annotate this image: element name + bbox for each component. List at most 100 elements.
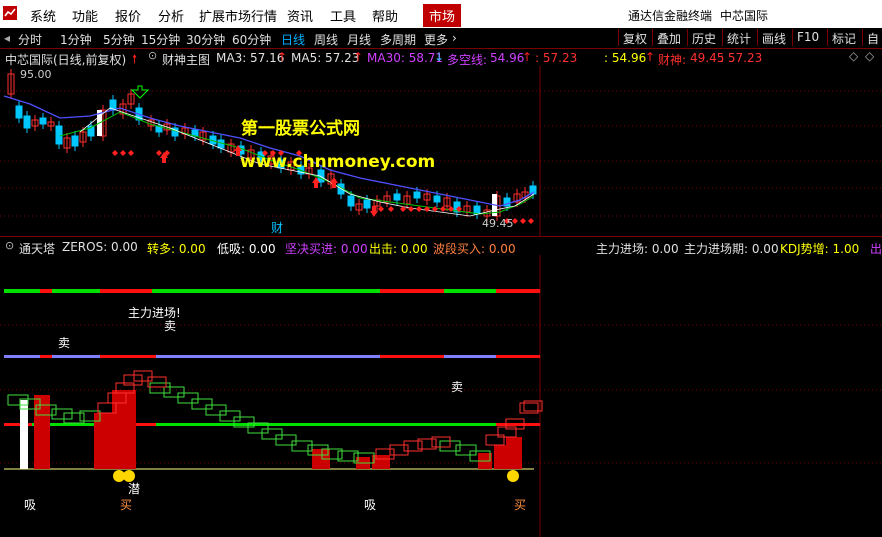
up-arrow-icon: ↑ xyxy=(353,50,364,64)
btn-draw-line[interactable]: 画线 xyxy=(757,29,790,46)
zhuli-jinchang-label: 主力进场! xyxy=(128,306,181,320)
ma-blue-line xyxy=(3,95,535,207)
v6-value: : 57.23 xyxy=(720,51,763,65)
btn-custom[interactable]: 自 xyxy=(862,29,882,46)
xi-label: 吸 xyxy=(24,498,36,512)
menu-function[interactable]: 功能 xyxy=(72,6,98,25)
signal-dot xyxy=(120,150,126,156)
period-30min[interactable]: 30分钟 xyxy=(186,31,225,48)
tower-step xyxy=(177,392,199,404)
signal-dot xyxy=(128,150,134,156)
menu-market[interactable]: 市场 xyxy=(423,4,462,27)
candle-body xyxy=(39,117,47,125)
stock-title: 中芯国际 xyxy=(720,9,769,23)
menu-analysis[interactable]: 分析 xyxy=(158,6,184,25)
qian-label: 潜 xyxy=(128,482,140,496)
period-weekly[interactable]: 周线 xyxy=(314,31,338,48)
candle-body xyxy=(55,125,63,145)
zeros-label: ZEROS: 0.00 xyxy=(62,240,138,254)
period-fenshi[interactable]: 分时 xyxy=(18,31,42,48)
ma3-label: MA3: 57.16 xyxy=(216,51,285,65)
ma5-label: MA5: 57.23 xyxy=(291,51,360,65)
period-1min[interactable]: 1分钟 xyxy=(60,31,92,48)
watermark-cn: 第一股票公式网 xyxy=(241,118,360,139)
menu-help[interactable]: 帮助 xyxy=(372,6,398,25)
app-logo-icon[interactable] xyxy=(3,6,17,20)
sell-label: 卖 xyxy=(451,380,463,394)
btn-fuquan[interactable]: 复权 xyxy=(618,29,651,46)
sell-label: 卖 xyxy=(58,336,70,350)
histogram-bar xyxy=(372,455,390,469)
candle-body xyxy=(433,195,441,203)
tongtianta-chart[interactable]: 主力进场! 卖 卖 卖 潜 吸 吸 买 买 xyxy=(0,255,882,537)
cai-marker: 财 xyxy=(271,221,283,235)
tower-step xyxy=(133,370,153,382)
tower-step xyxy=(163,386,185,398)
btn-history[interactable]: 历史 xyxy=(687,29,720,46)
period-5min[interactable]: 5分钟 xyxy=(103,31,135,48)
menu-system[interactable]: 系统 xyxy=(30,6,56,25)
indicator-dropdown-icon[interactable]: ⊙ xyxy=(148,49,157,62)
smiley-icon xyxy=(113,470,519,482)
btn-statistics[interactable]: 统计 xyxy=(722,29,755,46)
duokong-value: 54.96 xyxy=(490,51,525,65)
candle-body xyxy=(473,205,481,215)
btn-mark[interactable]: 标记 xyxy=(827,29,860,46)
panel-toggle-icon[interactable]: ◂ xyxy=(4,31,10,45)
app-title: 通达信金融终端 xyxy=(628,9,713,23)
signal-dot xyxy=(528,218,534,224)
menu-quote[interactable]: 报价 xyxy=(115,6,141,25)
signal-dot xyxy=(416,206,422,212)
up-arrow-icon: ↑ xyxy=(277,50,288,64)
tower-step xyxy=(389,444,409,456)
buy-label: 买 xyxy=(120,498,132,512)
period-multi[interactable]: 多周期 xyxy=(380,31,416,48)
period-15min[interactable]: 15分钟 xyxy=(141,31,180,48)
main-info-row: 中芯国际(日线,前复权) ⊙ 财神主图 🠕 MA3: 57.16 ↑ MA5: … xyxy=(0,48,882,67)
diamond-icon[interactable]: ◇ xyxy=(865,49,874,63)
period-60min[interactable]: 60分钟 xyxy=(232,31,271,48)
menu-tools[interactable]: 工具 xyxy=(330,6,356,25)
signal-dot xyxy=(156,150,162,156)
tower-step xyxy=(219,410,241,422)
buy-label: 买 xyxy=(514,498,526,512)
candle-body xyxy=(15,105,23,119)
tower-step xyxy=(455,444,477,456)
watermark-url: www.chnmoney.com xyxy=(240,152,435,172)
menu-news[interactable]: 资讯 xyxy=(287,6,313,25)
tower-step xyxy=(275,434,297,446)
chevron-right-icon: › xyxy=(452,31,457,45)
price-chart[interactable]: 95.00 49.45 第一股票公式网 www.chnmoney.com 财 xyxy=(0,66,882,236)
candle-body xyxy=(71,135,79,147)
signal-dot xyxy=(440,206,446,212)
period-monthly[interactable]: 月线 xyxy=(347,31,371,48)
menu-extended-market[interactable]: 扩展市场行情 xyxy=(199,6,277,25)
btn-overlay[interactable]: 叠加 xyxy=(652,29,685,46)
tower-step xyxy=(261,428,283,440)
signal-dot xyxy=(388,206,394,212)
tower-step xyxy=(291,440,313,452)
histogram-bar xyxy=(506,437,522,469)
tower-step xyxy=(191,398,213,410)
signal-dot xyxy=(112,150,118,156)
indicator-dropdown-icon[interactable]: ⊙ xyxy=(5,239,14,252)
candle-body xyxy=(347,195,355,207)
tower-step xyxy=(205,404,227,416)
v3-value: : 57.23 xyxy=(535,51,578,65)
v4-value: : 54.96 xyxy=(604,51,647,65)
tower-step xyxy=(149,382,171,394)
candle-body xyxy=(393,193,401,201)
period-more[interactable]: 更多 xyxy=(424,31,448,48)
tower-step xyxy=(51,408,73,420)
ma30-label: MA30: 58.71 xyxy=(367,51,444,65)
period-daily[interactable]: 日线 xyxy=(281,31,305,48)
btn-f10[interactable]: F10 xyxy=(792,29,823,46)
signal-dot xyxy=(378,206,384,212)
menu-bar: 系统 功能 报价 分析 扩展市场行情 资讯 工具 帮助 市场 通达信金融终端 中… xyxy=(0,0,882,29)
signal-dot xyxy=(520,218,526,224)
diamond-icon[interactable]: ◇ xyxy=(849,49,858,63)
signal-dot xyxy=(408,206,414,212)
period-toolbar: ◂ 分时 1分钟 5分钟 15分钟 30分钟 60分钟 日线 周线 月线 多周期… xyxy=(0,28,882,49)
price-low-label: 49.45 xyxy=(482,217,514,230)
up-arrow-icon: ↑ xyxy=(645,50,656,64)
